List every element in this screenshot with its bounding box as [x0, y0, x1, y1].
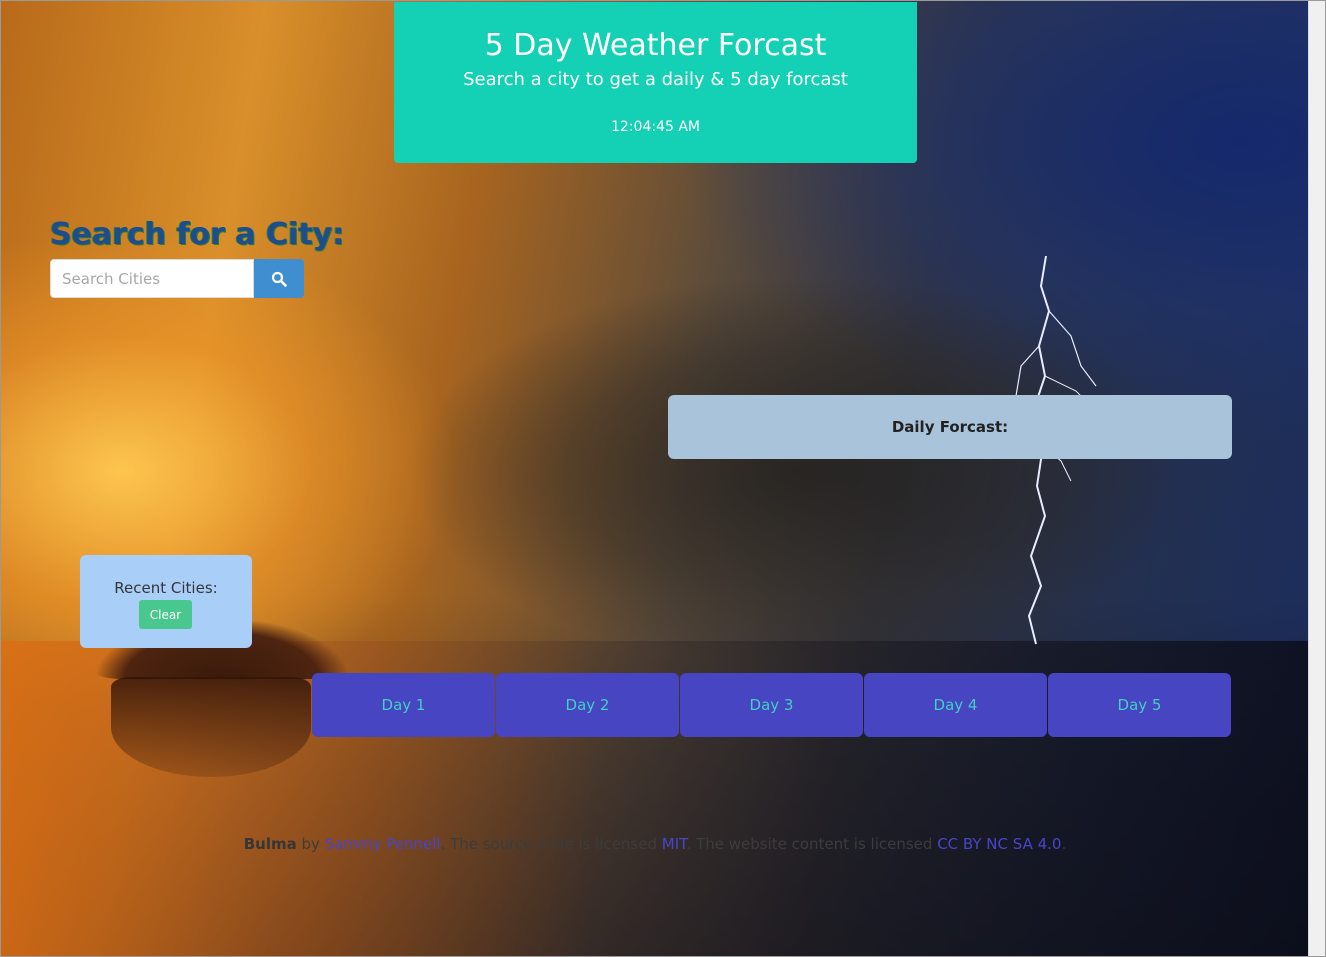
page-subtitle: Search a city to get a daily & 5 day for…: [463, 69, 848, 90]
footer: Bulma by Sammy Pennell. The source code …: [1, 835, 1309, 853]
footer-brand: Bulma: [243, 835, 297, 853]
footer-text-2: . The website content is licensed: [686, 835, 938, 853]
island-reflection: [111, 677, 311, 777]
daily-forecast-card: Daily Forcast:: [668, 395, 1232, 459]
vertical-scrollbar[interactable]: [1308, 1, 1325, 956]
browser-viewport: 5 Day Weather Forcast Search a city to g…: [0, 0, 1326, 957]
day-1-card: Day 1: [312, 673, 495, 737]
current-time: 12:04:45 AM: [611, 119, 700, 135]
footer-license-cc-link[interactable]: CC BY NC SA 4.0: [937, 835, 1061, 853]
recent-cities-card: Recent Cities: Clear: [80, 555, 252, 648]
footer-text-1: . The source code is licensed: [440, 835, 662, 853]
day-3-card: Day 3: [680, 673, 863, 737]
search-heading: Search for a City:: [50, 217, 345, 252]
footer-license-mit-link[interactable]: MIT: [662, 835, 687, 853]
daily-forecast-label: Daily Forcast:: [891, 418, 1009, 436]
day-2-card: Day 2: [496, 673, 679, 737]
recent-cities-label: Recent Cities:: [114, 579, 218, 597]
search-button[interactable]: [254, 259, 304, 298]
header-banner: 5 Day Weather Forcast Search a city to g…: [394, 2, 917, 163]
day-5-card: Day 5: [1048, 673, 1231, 737]
footer-text-3: .: [1061, 835, 1067, 853]
search-input[interactable]: [50, 259, 254, 298]
search-icon: [271, 271, 287, 287]
clear-button[interactable]: Clear: [139, 600, 192, 629]
footer-by: by: [296, 835, 325, 853]
footer-author-link[interactable]: Sammy Pennell: [325, 835, 441, 853]
page-title: 5 Day Weather Forcast: [484, 28, 827, 63]
day-4-card: Day 4: [864, 673, 1047, 737]
